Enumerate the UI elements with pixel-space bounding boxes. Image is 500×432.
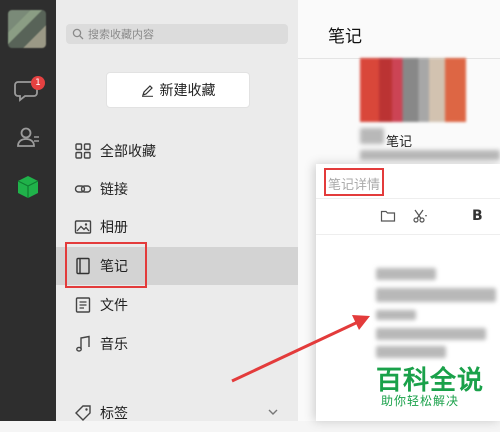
music-icon: [74, 335, 92, 353]
new-favorite-label: 新建收藏: [159, 83, 216, 99]
divider: [316, 234, 500, 235]
blurred-text: [360, 128, 384, 144]
contacts-icon[interactable]: [14, 124, 42, 152]
nav-item-label: 文件: [100, 298, 128, 314]
nav-item-links[interactable]: 链接: [56, 170, 298, 208]
blurred-text: [376, 328, 486, 340]
watermark-slogan: 助你轻松解决: [381, 394, 460, 408]
nav-item-label: 相册: [100, 220, 128, 236]
file-icon: [74, 296, 92, 314]
nav-item-label: 链接: [100, 182, 128, 198]
search-placeholder: 搜索收藏内容: [88, 28, 154, 41]
nav-item-label: 标签: [100, 406, 128, 422]
blurred-text: [360, 150, 500, 160]
grid-icon: [74, 142, 92, 160]
favorites-sidebar: 搜索收藏内容 新建收藏 全部收藏 链接 相册 笔记 文件 音乐 标签: [56, 0, 298, 422]
blurred-text: [376, 288, 496, 302]
scissors-icon[interactable]: [412, 208, 428, 224]
nav-item-label: 音乐: [100, 337, 128, 353]
left-rail: 1: [0, 0, 56, 421]
image-icon: [74, 218, 92, 236]
search-icon: [72, 28, 84, 40]
title-highlight-box: [324, 168, 384, 196]
notes-highlight-box: [65, 242, 147, 288]
nav-item-all-favorites[interactable]: 全部收藏: [56, 132, 298, 170]
tag-icon: [74, 404, 92, 422]
note-list-item-title[interactable]: 笔记: [386, 131, 412, 150]
bold-button[interactable]: B: [472, 208, 483, 224]
new-favorite-button[interactable]: 新建收藏: [106, 72, 250, 108]
nav-item-music[interactable]: 音乐: [56, 325, 298, 363]
chevron-down-icon[interactable]: [267, 406, 279, 418]
link-icon: [74, 180, 92, 198]
blurred-text: [376, 310, 416, 320]
pencil-icon: [141, 84, 153, 97]
divider: [316, 198, 500, 199]
blurred-text: [376, 268, 436, 280]
nav-item-files[interactable]: 文件: [56, 286, 298, 324]
nav-item-tags[interactable]: 标签: [56, 394, 298, 432]
search-box[interactable]: 搜索收藏内容: [66, 24, 288, 44]
avatar[interactable]: [8, 10, 46, 48]
page-title: 笔记: [328, 27, 362, 47]
blurred-text: [376, 346, 446, 358]
favorites-cube-icon[interactable]: [14, 173, 42, 201]
nav-item-album[interactable]: 相册: [56, 208, 298, 246]
folder-icon[interactable]: [380, 208, 396, 224]
nav-item-label: 全部收藏: [100, 144, 156, 160]
unread-badge: 1: [31, 76, 45, 90]
blurred-note-thumbnail[interactable]: [360, 58, 466, 122]
